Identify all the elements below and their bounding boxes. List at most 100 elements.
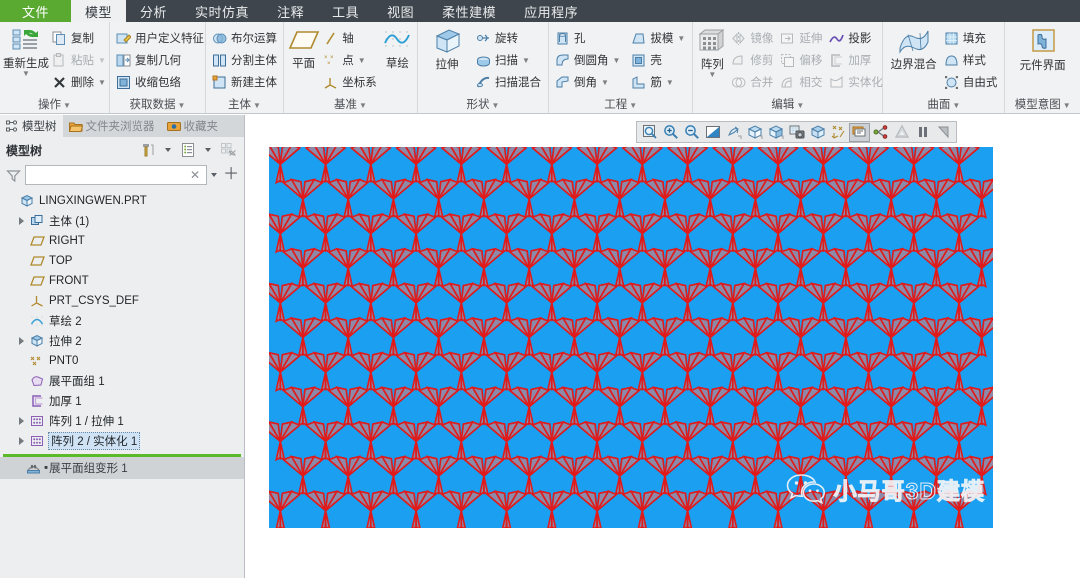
tree-item-pnt0[interactable]: PNT0 [0, 351, 244, 371]
pause-icon[interactable] [912, 123, 933, 142]
udf-button[interactable]: 用户定义特征 [113, 27, 208, 49]
ribbon-group-title-engineering[interactable]: 工程 ▼ [552, 97, 689, 113]
sketch-button[interactable]: 草绘 [381, 26, 414, 71]
chevron-down-icon[interactable]: ▼ [98, 56, 106, 65]
swept-blend-button[interactable]: 扫描混合 [473, 71, 545, 93]
chevron-down-icon[interactable]: ▼ [708, 71, 716, 79]
datum-point-button[interactable]: × × × 点 ▼ [320, 49, 381, 71]
tree-item-part[interactable]: LINGXINGWEN.PRT [0, 191, 244, 211]
tree-item-extrude-2[interactable]: 拉伸 2 [0, 331, 244, 351]
repaint-icon[interactable] [702, 123, 723, 142]
thicken-button[interactable]: 加厚 [826, 49, 887, 71]
model-viewport[interactable]: 小马哥3D建模 [269, 147, 993, 528]
project-button[interactable]: 投影 [826, 27, 887, 49]
ribbon-group-title-datum[interactable]: 基准 ▼ [287, 97, 414, 113]
freestyle-button[interactable]: 自由式 [941, 71, 1002, 93]
filter-icon[interactable] [6, 168, 21, 183]
rib-button[interactable]: 筋 ▼ [628, 71, 689, 93]
tree-columns-icon[interactable] [218, 140, 238, 160]
chevron-down-icon[interactable]: ▼ [1063, 101, 1071, 110]
chevron-down-icon[interactable]: ▼ [601, 78, 609, 87]
menu-tab-live-simulation[interactable]: 实时仿真 [181, 0, 263, 22]
saved-orientations-icon[interactable] [744, 123, 765, 142]
graphics-area[interactable]: 小马哥3D建模 [246, 115, 1080, 578]
style-button[interactable]: 样式 [941, 49, 1002, 71]
copy-geometry-button[interactable]: 复制几何 [113, 49, 208, 71]
chevron-down-icon[interactable]: ▼ [522, 56, 530, 65]
extrude-button[interactable]: 拉伸 [421, 26, 473, 72]
shell-button[interactable]: 壳 [628, 49, 689, 71]
spin-pan-icon[interactable] [870, 123, 891, 142]
chevron-down-icon[interactable]: ▼ [63, 101, 71, 110]
menu-tab-model[interactable]: 模型 [71, 0, 127, 22]
datum-csys-button[interactable]: 坐标系 [320, 71, 381, 93]
ribbon-group-title-operations[interactable]: 操作 ▼ [3, 97, 106, 113]
view-manager-icon[interactable] [765, 123, 786, 142]
search-input[interactable] [29, 167, 187, 183]
tree-item-pattern-2[interactable]: 阵列 2 / 实体化 1 [0, 431, 244, 451]
tree-filters-icon[interactable] [138, 140, 158, 160]
datum-axis-button[interactable]: 轴 [320, 27, 381, 49]
resume-icon[interactable] [933, 123, 954, 142]
extend-button[interactable]: 延伸 [777, 27, 826, 49]
zoom-in-icon[interactable] [660, 123, 681, 142]
chevron-down-icon[interactable]: ▼ [178, 101, 186, 110]
tree-item-bodies[interactable]: 主体 (1) [0, 211, 244, 231]
chevron-down-icon[interactable]: ▼ [629, 101, 637, 110]
add-icon[interactable]: ＋ [221, 167, 241, 183]
tab-model-tree[interactable]: 模型树 [0, 115, 63, 137]
ribbon-group-title-surfaces[interactable]: 曲面 ▼ [886, 97, 1001, 113]
chevron-down-icon[interactable]: ▼ [358, 56, 366, 65]
paste-button[interactable]: 粘贴 ▼ [49, 49, 110, 71]
pattern-button[interactable]: 阵列 ▼ [696, 26, 728, 79]
menu-tab-flexible-modeling[interactable]: 柔性建模 [428, 0, 510, 22]
tree-item-sketch-2[interactable]: 草绘 2 [0, 311, 244, 331]
tree-display-icon[interactable] [178, 140, 198, 160]
copy-button[interactable]: 复制 [49, 27, 110, 49]
spin-center-icon[interactable] [723, 123, 744, 142]
chevron-down-icon[interactable]: ▼ [952, 101, 960, 110]
ribbon-group-title-get-data[interactable]: 获取数据 ▼ [113, 97, 202, 113]
chevron-down-icon[interactable]: ▼ [22, 70, 30, 78]
tab-favorites[interactable]: 收藏夹 [161, 115, 225, 137]
tree-item-top[interactable]: TOP [0, 251, 244, 271]
boolean-button[interactable]: 布尔运算 [209, 27, 281, 49]
chevron-down-icon[interactable] [211, 173, 218, 177]
split-body-button[interactable]: 分割主体 [209, 49, 281, 71]
tree-filters-dropdown[interactable] [158, 140, 178, 160]
chevron-down-icon[interactable]: ▼ [253, 101, 261, 110]
clear-icon[interactable]: ✕ [187, 168, 203, 182]
tree-expander[interactable] [14, 337, 28, 345]
tree-item-pattern-1[interactable]: 阵列 1 / 拉伸 1 [0, 411, 244, 431]
ribbon-group-title-model-intent[interactable]: 模型意图 ▼ [1008, 97, 1077, 113]
component-interface-button[interactable]: 元件界面 [1015, 26, 1071, 73]
menu-tab-view[interactable]: 视图 [373, 0, 428, 22]
new-body-button[interactable]: 新建主体 [209, 71, 281, 93]
revolve-button[interactable]: 旋转 [473, 27, 545, 49]
chevron-down-icon[interactable] [205, 148, 211, 152]
intersect-button[interactable]: 相交 [777, 71, 826, 93]
chevron-down-icon[interactable]: ▼ [613, 56, 621, 65]
tree-display-dropdown[interactable] [198, 140, 218, 160]
tab-folder-browser[interactable]: 文件夹浏览器 [63, 115, 161, 137]
chevron-down-icon[interactable]: ▼ [359, 101, 367, 110]
appearance-gallery-icon[interactable] [891, 123, 912, 142]
mirror-button[interactable]: 镜像 [728, 27, 777, 49]
refit-icon[interactable] [639, 123, 660, 142]
chamfer-button[interactable]: 倒角 ▼ [552, 71, 624, 93]
hole-button[interactable]: 孔 [552, 27, 624, 49]
tree-expander[interactable] [14, 417, 28, 425]
ribbon-group-title-edit[interactable]: 编辑 ▼ [696, 97, 879, 113]
tree-expander[interactable] [14, 217, 28, 225]
chevron-down-icon[interactable]: ▼ [666, 78, 674, 87]
menu-tab-tools[interactable]: 工具 [318, 0, 373, 22]
menu-tab-file[interactable]: 文件 [0, 0, 72, 22]
tree-item-flatten-deform-1[interactable]: ▪ 展平面组变形 1 [0, 457, 244, 479]
tree-item-front[interactable]: FRONT [0, 271, 244, 291]
datum-display-filters-icon[interactable] [828, 123, 849, 142]
chevron-down-icon[interactable]: ▼ [796, 101, 804, 110]
menu-tab-applications[interactable]: 应用程序 [510, 0, 592, 22]
menu-tab-analysis[interactable]: 分析 [126, 0, 181, 22]
tree-item-flatten-quilt-1[interactable]: 展平面组 1 [0, 371, 244, 391]
boundary-blend-button[interactable]: 边界混合 [886, 26, 941, 72]
